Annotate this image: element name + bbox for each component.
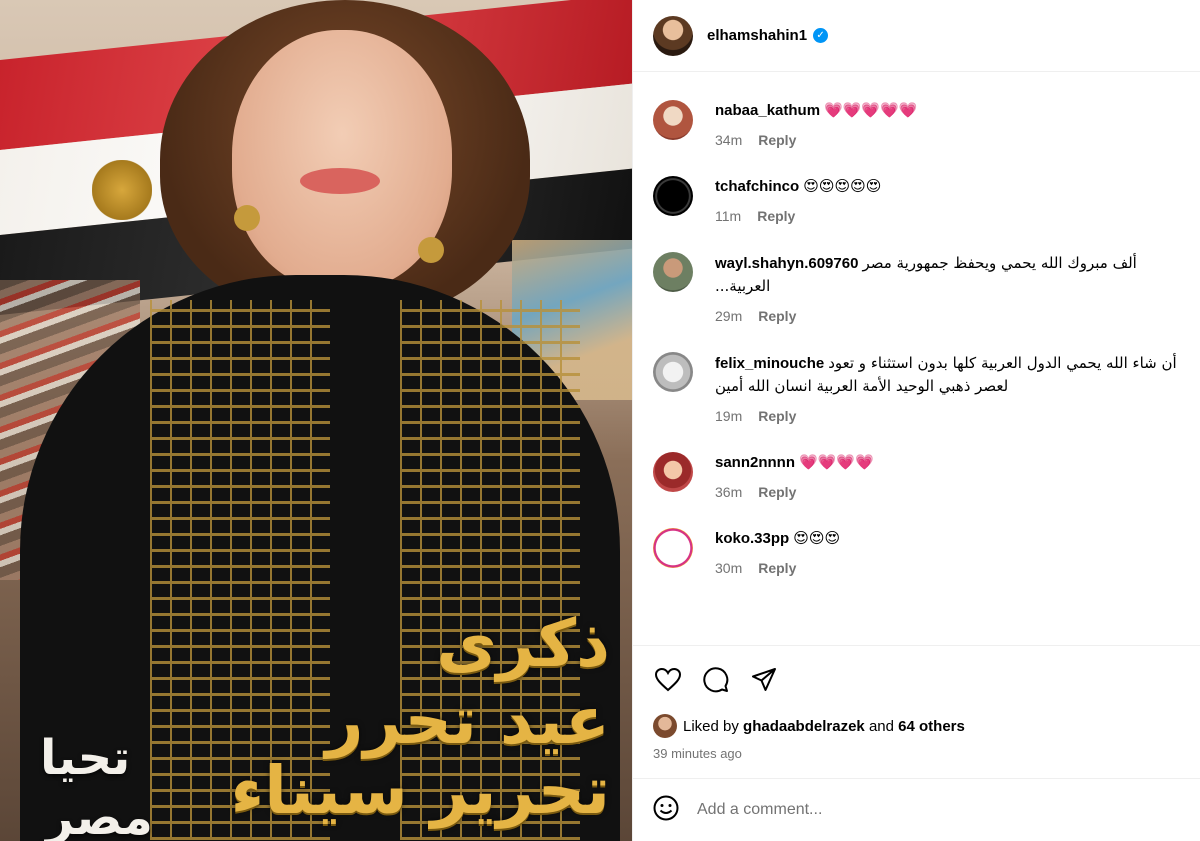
- earring-right: [418, 237, 444, 263]
- post-actions: Liked by ghadaabdelrazek and 64 others 3…: [633, 645, 1200, 761]
- commenter-username[interactable]: nabaa_kathum: [715, 102, 820, 119]
- comment-text: 😍😍😍: [793, 530, 841, 547]
- reply-button[interactable]: Reply: [758, 308, 796, 324]
- author-avatar[interactable]: [653, 15, 693, 56]
- poster-title-line3: تحرير سيناء: [230, 752, 610, 829]
- commenter-avatar[interactable]: [653, 100, 693, 140]
- likes-summary: Liked by ghadaabdelrazek and 64 others: [653, 714, 1181, 738]
- comment-item: nabaa_kathum 💗💗💗💗💗 34m Reply: [653, 92, 1180, 168]
- commenter-avatar[interactable]: [653, 528, 693, 568]
- comment-time: 11m: [715, 208, 742, 224]
- liker-avatar[interactable]: [653, 714, 677, 738]
- reply-button[interactable]: Reply: [758, 560, 796, 576]
- post-image[interactable]: ذكرى عيد تحرر تحرير سيناء تحيا مصر: [0, 0, 632, 841]
- commenter-username[interactable]: sann2nnnn: [715, 454, 795, 471]
- commenter-username[interactable]: wayl.shahyn.609760: [715, 255, 858, 272]
- commenter-avatar[interactable]: [653, 452, 693, 492]
- likes-prefix: Liked by: [683, 717, 739, 735]
- verified-badge-icon: ✓: [813, 28, 829, 43]
- comment-text: 💗💗💗💗: [799, 454, 874, 471]
- comment-time: 34m: [715, 132, 743, 148]
- emoji-icon[interactable]: [653, 795, 679, 826]
- likes-connector: and: [868, 717, 894, 735]
- commenter-avatar[interactable]: [653, 252, 693, 292]
- post-header: elhamshahin1 ✓: [633, 0, 1200, 72]
- comment-text: 💗💗💗💗💗: [824, 102, 918, 119]
- woman-lips: [300, 168, 380, 194]
- comment-time: 29m: [715, 308, 743, 324]
- comment-time: 36m: [715, 484, 743, 500]
- comment-item: felix_minouche أن شاء الله يحمي الدول الع…: [653, 344, 1180, 444]
- add-comment-input[interactable]: [697, 801, 1177, 819]
- post-sidebar: elhamshahin1 ✓ nabaa_kathum 💗💗💗💗💗 34m Repl…: [632, 0, 1200, 841]
- commenter-avatar[interactable]: [653, 352, 693, 392]
- reply-button[interactable]: Reply: [758, 132, 796, 148]
- poster-side-line1: تحيا: [40, 730, 131, 786]
- earring-left: [234, 205, 260, 231]
- comments-list[interactable]: nabaa_kathum 💗💗💗💗💗 34m Reply tchafchinco 😍😍…: [633, 72, 1200, 644]
- comment-item: tchafchinco 😍😍😍😍😍 11m Reply: [653, 168, 1180, 244]
- comment-item: koko.33pp 😍😍😍 30m Reply: [653, 520, 1180, 596]
- comment-item: wayl.shahyn.609760 ألف مبروك الله يحمي وي…: [653, 244, 1180, 344]
- commenter-username[interactable]: koko.33pp: [715, 530, 789, 547]
- comment-item: sann2nnnn 💗💗💗💗 36m Reply: [653, 444, 1180, 520]
- poster-title-line1: ذكرى: [436, 605, 610, 682]
- reply-button[interactable]: Reply: [758, 408, 796, 424]
- comment-time: 30m: [715, 560, 743, 576]
- reply-button[interactable]: Reply: [757, 208, 795, 224]
- share-icon[interactable]: [749, 665, 779, 695]
- comment-icon[interactable]: [701, 665, 731, 695]
- heart-icon[interactable]: [653, 665, 683, 695]
- commenter-username[interactable]: tchafchinco: [715, 178, 799, 195]
- add-comment-bar: [633, 778, 1200, 841]
- post-timestamp[interactable]: 39 minutes ago: [653, 746, 1181, 761]
- flag-eagle-emblem: [92, 160, 152, 220]
- comment-text: 😍😍😍😍😍: [803, 178, 882, 195]
- reply-button[interactable]: Reply: [758, 484, 796, 500]
- author-username[interactable]: elhamshahin1: [707, 27, 807, 44]
- likes-others-link[interactable]: 64 others: [898, 718, 965, 735]
- comment-time: 19m: [715, 408, 743, 424]
- poster-title-line2: عيد تحرر: [325, 682, 610, 759]
- commenter-username[interactable]: felix_minouche: [715, 355, 824, 372]
- poster-side-line2: مصر: [46, 790, 153, 841]
- liker-username[interactable]: ghadaabdelrazek: [743, 718, 865, 735]
- commenter-avatar[interactable]: [653, 176, 693, 216]
